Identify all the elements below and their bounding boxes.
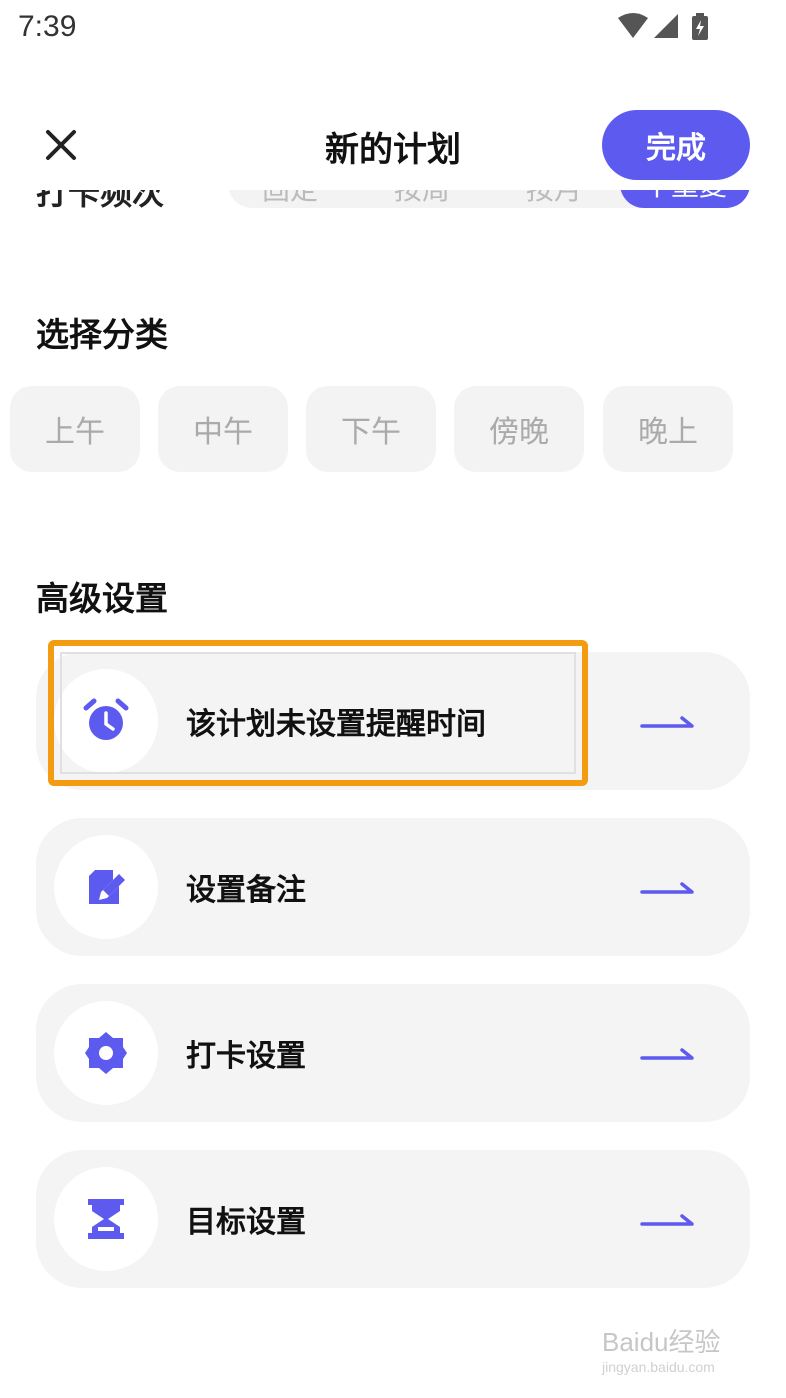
reminder-row[interactable]: 该计划未设置提醒时间: [36, 652, 750, 790]
goal-settings-row[interactable]: 目标设置: [36, 1150, 750, 1288]
chip-noon[interactable]: 中午: [158, 386, 288, 472]
note-icon-wrap: [54, 835, 158, 939]
arrow-right-icon: [640, 716, 694, 728]
signal-icon: [654, 14, 678, 38]
reminder-label: 该计划未设置提醒时间: [186, 707, 486, 742]
chip-afternoon[interactable]: 下午: [306, 386, 436, 472]
frequency-row: 打卡频次 固定 按周 按月 不重复: [0, 190, 786, 214]
edit-note-icon: [89, 870, 125, 904]
chip-morning[interactable]: 上午: [10, 386, 140, 472]
arrow-right-icon: [640, 1214, 694, 1226]
frequency-option-fixed[interactable]: 固定: [262, 190, 318, 208]
status-time: 7:39: [18, 10, 77, 43]
frequency-label: 打卡频次: [36, 190, 165, 212]
frequency-option-weekly[interactable]: 按周: [394, 190, 450, 208]
status-bar: 7:39: [0, 0, 786, 56]
chip-evening[interactable]: 晚上: [603, 386, 733, 472]
frequency-segment[interactable]: 固定 按周 按月 不重复: [228, 190, 750, 208]
arrow-right-icon: [640, 882, 694, 894]
category-section-title: 选择分类: [36, 315, 168, 354]
chip-dusk[interactable]: 傍晚: [454, 386, 584, 472]
watermark: Baidu经验 jingyan.baidu.com: [602, 1322, 752, 1382]
battery-charging-icon: [692, 13, 708, 40]
wifi-icon: [618, 13, 648, 38]
checkin-settings-row[interactable]: 打卡设置: [36, 984, 750, 1122]
note-row[interactable]: 设置备注: [36, 818, 750, 956]
frequency-option-monthly[interactable]: 按月: [526, 190, 582, 208]
watermark-sub: jingyan.baidu.com: [602, 1359, 715, 1375]
done-button[interactable]: 完成: [602, 110, 750, 180]
goal-icon-wrap: [54, 1167, 158, 1271]
hourglass-icon: [88, 1199, 124, 1239]
alarm-clock-icon: [83, 698, 129, 740]
checkin-settings-label: 打卡设置: [186, 1039, 306, 1074]
advanced-section-title: 高级设置: [36, 579, 168, 618]
arrow-right-icon: [640, 1048, 694, 1060]
goal-settings-label: 目标设置: [186, 1205, 306, 1240]
frequency-option-once[interactable]: 不重复: [620, 190, 750, 208]
watermark-logo: Baidu经验: [602, 1327, 721, 1357]
note-label: 设置备注: [186, 873, 306, 908]
reminder-icon-wrap: [54, 669, 158, 773]
nav-bar: 新的计划 完成: [0, 100, 786, 190]
status-icons: [616, 12, 726, 42]
checkin-icon-wrap: [54, 1001, 158, 1105]
gear-icon: [85, 1032, 127, 1074]
